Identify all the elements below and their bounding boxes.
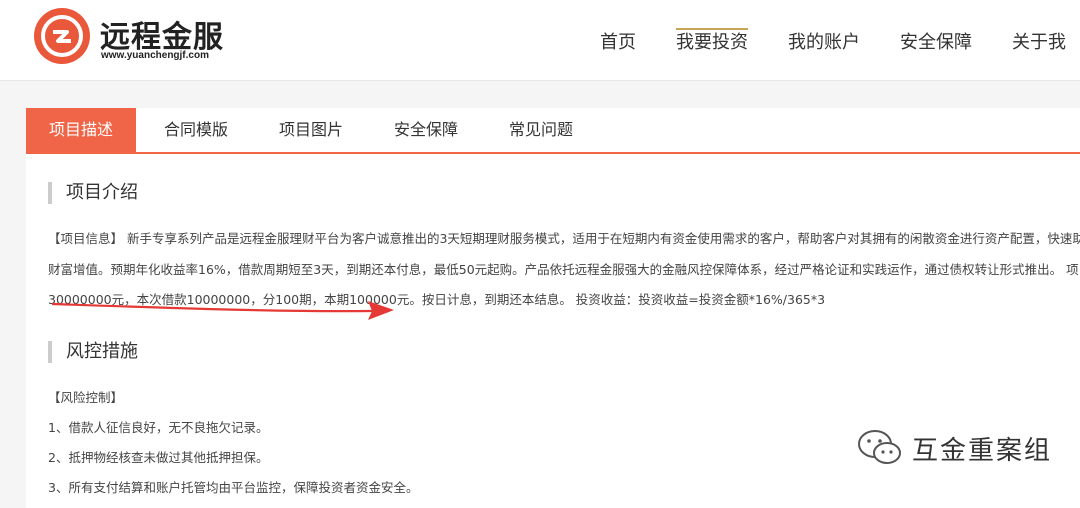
nav-about[interactable]: 关于我 bbox=[1012, 0, 1066, 53]
tab-images[interactable]: 项目图片 bbox=[266, 108, 356, 152]
risk-item: 2、抵押物经核查未做过其他抵押担保。 bbox=[48, 450, 269, 465]
watermark: 互金重案组 bbox=[856, 428, 1052, 468]
risk-item: 3、所有支付结算和账户托管均由平台监控，保障投资者资金安全。 bbox=[48, 480, 419, 495]
nav-home[interactable]: 首页 bbox=[600, 0, 636, 53]
intro-line-2: 财富增值。预期年化收益率16%，借款周期短至3天，到期还本付息，最低50元起购。… bbox=[48, 262, 1080, 277]
nav-security[interactable]: 安全保障 bbox=[900, 0, 972, 53]
tab-security[interactable]: 安全保障 bbox=[381, 108, 471, 152]
main-nav: 首页 我要投资 我的账户 安全保障 关于我 bbox=[600, 0, 1080, 80]
intro-line-1: 【项目信息】 新手专享系列产品是远程金服理财平台为客户诚意推出的3天短期理财服务… bbox=[48, 231, 1080, 246]
nav-invest[interactable]: 我要投资 bbox=[676, 0, 748, 53]
risk-item: 1、借款人征信良好，无不良拖欠记录。 bbox=[48, 420, 269, 435]
risk-title: 风控措施 bbox=[48, 341, 138, 363]
watermark-text: 互金重案组 bbox=[912, 435, 1053, 466]
red-arrow-icon bbox=[51, 301, 394, 320]
tab-description[interactable]: 项目描述 bbox=[26, 108, 136, 152]
logo-icon[interactable] bbox=[34, 8, 90, 64]
logo-url: www.yuanchengjf.com bbox=[101, 50, 209, 61]
nav-account[interactable]: 我的账户 bbox=[788, 0, 860, 53]
site-header: 远程金服 www.yuanchengjf.com 首页 我要投资 我的账户 安全… bbox=[0, 0, 1080, 81]
tab-contract[interactable]: 合同模版 bbox=[151, 108, 241, 152]
tab-faq[interactable]: 常见问题 bbox=[496, 108, 586, 152]
intro-title: 项目介绍 bbox=[48, 182, 138, 204]
risk-heading: 【风险控制】 bbox=[48, 390, 124, 405]
wechat-icon bbox=[858, 430, 901, 464]
detail-tabs: 项目描述 合同模版 项目图片 安全保障 常见问题 bbox=[26, 108, 1080, 154]
